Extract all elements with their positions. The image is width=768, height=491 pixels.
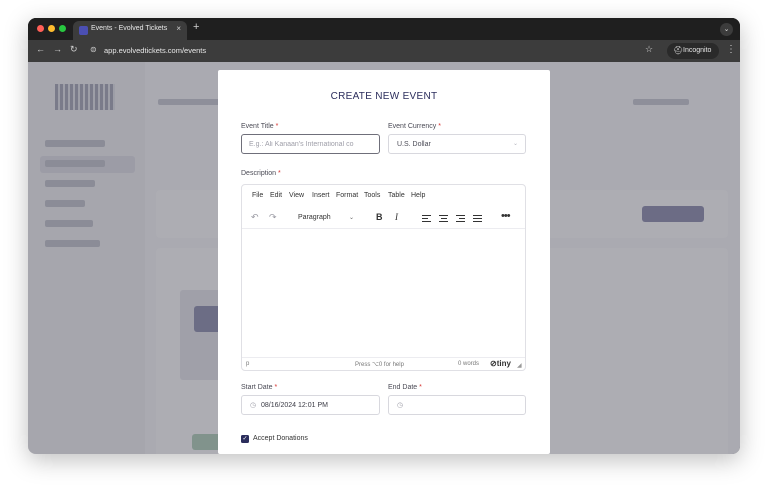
editor-menubar: File Edit View Insert Format Tools Table… [242, 185, 525, 207]
tiny-logo[interactable]: ⊘tiny [490, 359, 511, 368]
block-format-select[interactable]: Paragraph ⌄ [294, 212, 358, 225]
tab-bar: Events - Evolved Tickets × + ⌄ [28, 18, 740, 40]
menu-view[interactable]: View [289, 192, 304, 199]
accept-donations-checkbox[interactable]: ✓ [241, 435, 249, 443]
forward-icon[interactable]: → [53, 44, 62, 54]
align-left-icon[interactable] [422, 215, 431, 222]
align-center-icon[interactable] [439, 215, 448, 222]
minimize-window-button[interactable] [48, 25, 55, 32]
tab-events[interactable]: Events - Evolved Tickets × [73, 21, 187, 40]
menu-format[interactable]: Format [336, 192, 358, 199]
clock-icon: ◷ [250, 402, 257, 409]
menu-edit[interactable]: Edit [270, 192, 282, 199]
start-date-input[interactable]: ◷ 08/16/2024 12:01 PM [241, 395, 380, 415]
event-title-label: Event Title * [241, 123, 279, 130]
currency-value: U.S. Dollar [397, 141, 431, 148]
start-date-label: Start Date * [241, 384, 278, 391]
incognito-label: Incognito [683, 47, 712, 54]
tab-search-icon[interactable]: ⌄ [720, 23, 733, 36]
back-icon[interactable]: ← [36, 44, 45, 54]
reload-icon[interactable]: ↻ [70, 44, 78, 55]
word-count[interactable]: 0 words [458, 361, 479, 367]
undo-icon[interactable]: ↶ [251, 212, 259, 223]
block-format-value: Paragraph [298, 214, 331, 221]
new-tab-button[interactable]: + [193, 21, 199, 33]
tab-title: Events - Evolved Tickets [91, 25, 168, 32]
bookmark-star-icon[interactable]: ☆ [645, 44, 653, 55]
italic-icon[interactable]: I [395, 212, 398, 222]
site-settings-icon[interactable]: ⊜ [90, 45, 97, 54]
more-options-icon[interactable]: ••• [501, 210, 511, 222]
bold-icon[interactable]: B [376, 212, 383, 222]
element-path[interactable]: p [246, 361, 249, 367]
chevron-down-icon: ⌄ [512, 141, 518, 147]
incognito-badge[interactable]: ⛑ Incognito [667, 43, 719, 59]
chevron-down-icon: ⌄ [348, 215, 354, 221]
browser-window: Events - Evolved Tickets × + ⌄ ← → ↻ ⊜ a… [28, 18, 740, 454]
event-title-placeholder: E.g.: Ali Kanaan's International co [249, 141, 354, 148]
resize-handle-icon[interactable]: ◢ [517, 362, 522, 369]
event-title-input[interactable]: E.g.: Ali Kanaan's International co [241, 134, 380, 154]
align-right-icon[interactable] [456, 215, 465, 222]
close-window-button[interactable] [37, 25, 44, 32]
maximize-window-button[interactable] [59, 25, 66, 32]
accept-donations-label[interactable]: Accept Donations [253, 435, 308, 442]
description-label: Description * [241, 170, 281, 177]
browser-toolbar: ← → ↻ ⊜ app.evolvedtickets.com/events ☆ … [28, 40, 740, 62]
end-date-input[interactable]: ◷ [388, 395, 526, 415]
address-bar[interactable]: app.evolvedtickets.com/events [104, 46, 206, 55]
menu-file[interactable]: File [252, 192, 263, 199]
editor-statusbar: p Press ⌥0 for help 0 words ⊘tiny ◢ [242, 357, 525, 370]
help-hint: Press ⌥0 for help [355, 362, 404, 368]
start-date-value: 08/16/2024 12:01 PM [261, 402, 328, 409]
incognito-icon: ⛑ [673, 46, 684, 55]
event-currency-label: Event Currency * [388, 123, 441, 130]
page-viewport: CREATE NEW EVENT Event Title * E.g.: Ali… [28, 62, 740, 454]
menu-help[interactable]: Help [411, 192, 425, 199]
create-event-modal: CREATE NEW EVENT Event Title * E.g.: Ali… [218, 70, 550, 454]
description-editor: File Edit View Insert Format Tools Table… [241, 184, 526, 371]
redo-icon[interactable]: ↷ [269, 212, 277, 223]
menu-tools[interactable]: Tools [364, 192, 380, 199]
event-currency-select[interactable]: U.S. Dollar ⌄ [388, 134, 526, 154]
editor-toolbar: ↶ ↷ Paragraph ⌄ B I ••• [242, 207, 525, 229]
close-tab-icon[interactable]: × [176, 24, 181, 33]
clock-icon: ◷ [397, 402, 404, 409]
menu-insert[interactable]: Insert [312, 192, 330, 199]
tiny-icon: ⊘ [490, 359, 497, 368]
editor-content-area[interactable] [242, 230, 525, 356]
align-justify-icon[interactable] [473, 215, 482, 222]
end-date-label: End Date * [388, 384, 422, 391]
favicon-icon [79, 26, 88, 35]
modal-title: CREATE NEW EVENT [330, 91, 438, 102]
browser-menu-icon[interactable]: ⋮ [726, 44, 736, 55]
menu-table[interactable]: Table [388, 192, 405, 199]
